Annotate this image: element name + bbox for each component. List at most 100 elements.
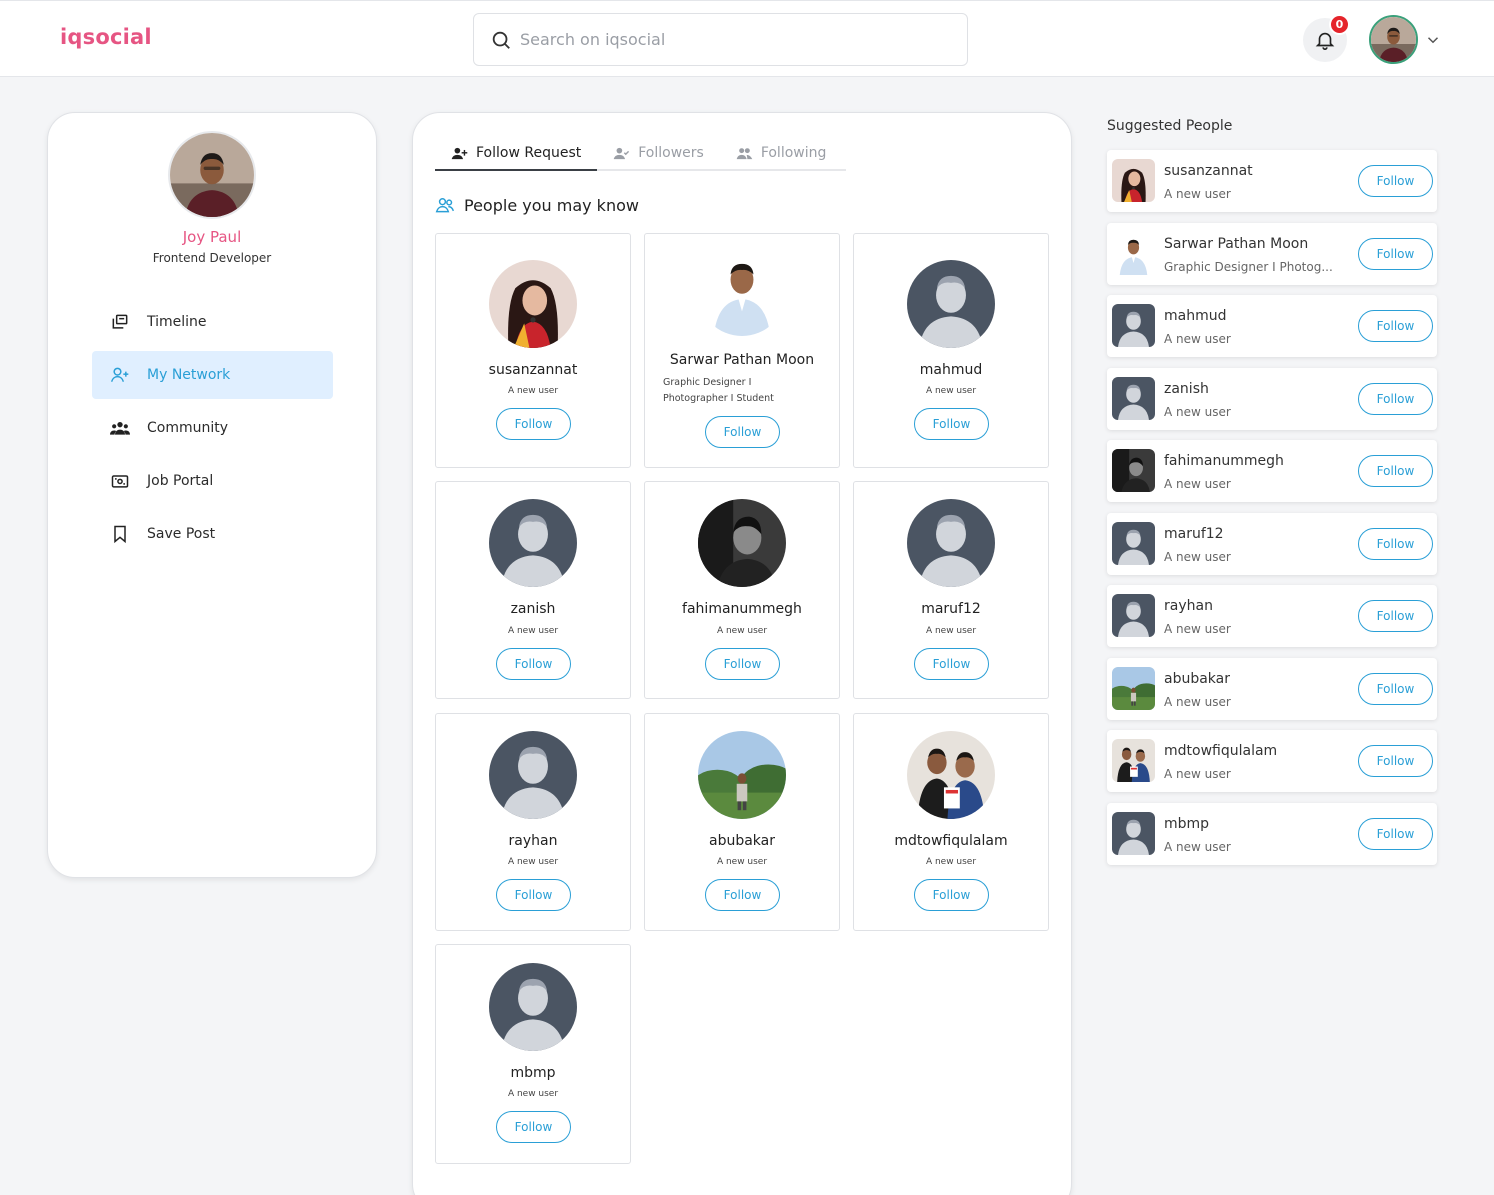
search-bar[interactable]	[473, 13, 968, 66]
suggested-name[interactable]: mbmp	[1164, 816, 1344, 832]
suggested-subtitle: A new user	[1164, 550, 1231, 564]
profile-avatar[interactable]	[168, 131, 256, 219]
suggested-item: mbmp A new user Follow	[1107, 803, 1437, 865]
tab-followers[interactable]: Followers	[597, 137, 720, 169]
suggested-title: Suggested People	[1107, 118, 1233, 134]
follow-button[interactable]: Follow	[914, 408, 989, 440]
person-name[interactable]: mbmp	[436, 1065, 630, 1081]
sidebar-item-job-portal[interactable]: Job Portal	[92, 457, 333, 505]
suggested-item: rayhan A new user Follow	[1107, 585, 1437, 647]
person-subtitle: A new user	[507, 1089, 559, 1099]
person-avatar[interactable]	[698, 731, 786, 819]
person-card: mbmp A new user Follow	[435, 944, 631, 1164]
person-subtitle: A new user	[507, 386, 559, 396]
person-subtitle: Graphic Designer I Photographer I Studen…	[663, 377, 774, 404]
job-portal-icon	[111, 475, 129, 488]
person-subtitle: A new user	[507, 857, 559, 867]
chevron-down-icon[interactable]	[1424, 31, 1442, 49]
add-user-icon	[451, 147, 468, 159]
follow-button[interactable]: Follow	[1358, 673, 1433, 705]
suggested-avatar[interactable]	[1112, 159, 1155, 202]
suggested-avatar[interactable]	[1112, 449, 1155, 492]
person-name[interactable]: mahmud	[854, 362, 1048, 378]
follow-button[interactable]: Follow	[1358, 238, 1433, 270]
suggested-avatar[interactable]	[1112, 594, 1155, 637]
suggested-item: maruf12 A new user Follow	[1107, 513, 1437, 575]
section-title-text: People you may know	[464, 195, 639, 215]
follow-button[interactable]: Follow	[914, 879, 989, 911]
person-avatar[interactable]	[489, 731, 577, 819]
suggested-avatar[interactable]	[1112, 667, 1155, 710]
person-name[interactable]: zanish	[436, 601, 630, 617]
follow-button[interactable]: Follow	[1358, 745, 1433, 777]
sidebar-item-timeline[interactable]: Timeline	[92, 298, 333, 346]
person-card: mdtowfiqulalam A new user Follow	[853, 713, 1049, 931]
follow-button[interactable]: Follow	[496, 879, 571, 911]
sidebar-item-save-post[interactable]: Save Post	[92, 510, 333, 558]
profile-name[interactable]: Joy Paul	[48, 228, 376, 246]
suggested-avatar[interactable]	[1112, 522, 1155, 565]
person-name[interactable]: fahimanummegh	[645, 601, 839, 617]
search-input[interactable]	[520, 30, 940, 49]
follow-button[interactable]: Follow	[496, 408, 571, 440]
sidebar-item-my-network[interactable]: My Network	[92, 351, 333, 399]
network-panel: Follow Request Followers Following Peopl…	[412, 112, 1072, 1195]
suggested-name[interactable]: fahimanummegh	[1164, 453, 1344, 469]
sidebar-nav: Timeline My Network Community Job Portal…	[92, 298, 333, 563]
follow-button[interactable]: Follow	[705, 648, 780, 680]
suggested-avatar[interactable]	[1112, 739, 1155, 782]
follow-button[interactable]: Follow	[1358, 165, 1433, 197]
person-name[interactable]: rayhan	[436, 833, 630, 849]
follow-button[interactable]: Follow	[1358, 383, 1433, 415]
suggested-name[interactable]: rayhan	[1164, 598, 1344, 614]
person-name[interactable]: maruf12	[854, 601, 1048, 617]
person-avatar[interactable]	[489, 963, 577, 1051]
person-name[interactable]: mdtowfiqulalam	[854, 833, 1048, 849]
suggested-avatar[interactable]	[1112, 812, 1155, 855]
suggested-name[interactable]: Sarwar Pathan Moon	[1164, 236, 1344, 252]
tab-following[interactable]: Following	[720, 137, 843, 169]
suggested-name[interactable]: susanzannat	[1164, 163, 1344, 179]
person-name[interactable]: Sarwar Pathan Moon	[645, 352, 839, 368]
person-avatar[interactable]	[698, 248, 786, 336]
logo[interactable]: iqsocial	[60, 25, 152, 49]
person-avatar[interactable]	[907, 731, 995, 819]
suggested-subtitle: A new user	[1164, 767, 1231, 781]
follow-button[interactable]: Follow	[705, 416, 780, 448]
follow-button[interactable]: Follow	[705, 879, 780, 911]
profile-card: Joy Paul Frontend Developer Timeline My …	[47, 112, 377, 878]
suggested-name[interactable]: abubakar	[1164, 671, 1344, 687]
tab-follow-request[interactable]: Follow Request	[435, 137, 598, 171]
person-card: maruf12 A new user Follow	[853, 481, 1049, 699]
person-avatar[interactable]	[698, 499, 786, 587]
person-avatar[interactable]	[907, 499, 995, 587]
suggested-avatar[interactable]	[1112, 304, 1155, 347]
person-subtitle: A new user	[716, 857, 768, 867]
user-check-icon	[613, 147, 630, 159]
follow-button[interactable]: Follow	[914, 648, 989, 680]
suggested-name[interactable]: zanish	[1164, 381, 1344, 397]
person-avatar[interactable]	[489, 499, 577, 587]
follow-button[interactable]: Follow	[1358, 310, 1433, 342]
person-avatar[interactable]	[907, 260, 995, 348]
person-name[interactable]: susanzannat	[436, 362, 630, 378]
follow-button[interactable]: Follow	[496, 1111, 571, 1143]
suggested-avatar[interactable]	[1112, 232, 1155, 275]
follow-button[interactable]: Follow	[1358, 600, 1433, 632]
tab-label: Following	[760, 145, 827, 161]
person-name[interactable]: abubakar	[645, 833, 839, 849]
sidebar-item-community[interactable]: Community	[92, 404, 333, 452]
suggested-name[interactable]: mdtowfiqulalam	[1164, 743, 1344, 759]
header-avatar[interactable]	[1369, 15, 1418, 64]
person-avatar[interactable]	[489, 260, 577, 348]
sidebar-item-label: Timeline	[147, 314, 207, 330]
follow-button[interactable]: Follow	[1358, 528, 1433, 560]
follow-button[interactable]: Follow	[1358, 455, 1433, 487]
suggested-avatar[interactable]	[1112, 377, 1155, 420]
suggested-name[interactable]: maruf12	[1164, 526, 1344, 542]
follow-button[interactable]: Follow	[1358, 818, 1433, 850]
suggested-name[interactable]: mahmud	[1164, 308, 1344, 324]
bookmark-icon	[114, 525, 126, 544]
sidebar-item-label: Save Post	[147, 526, 216, 542]
follow-button[interactable]: Follow	[496, 648, 571, 680]
